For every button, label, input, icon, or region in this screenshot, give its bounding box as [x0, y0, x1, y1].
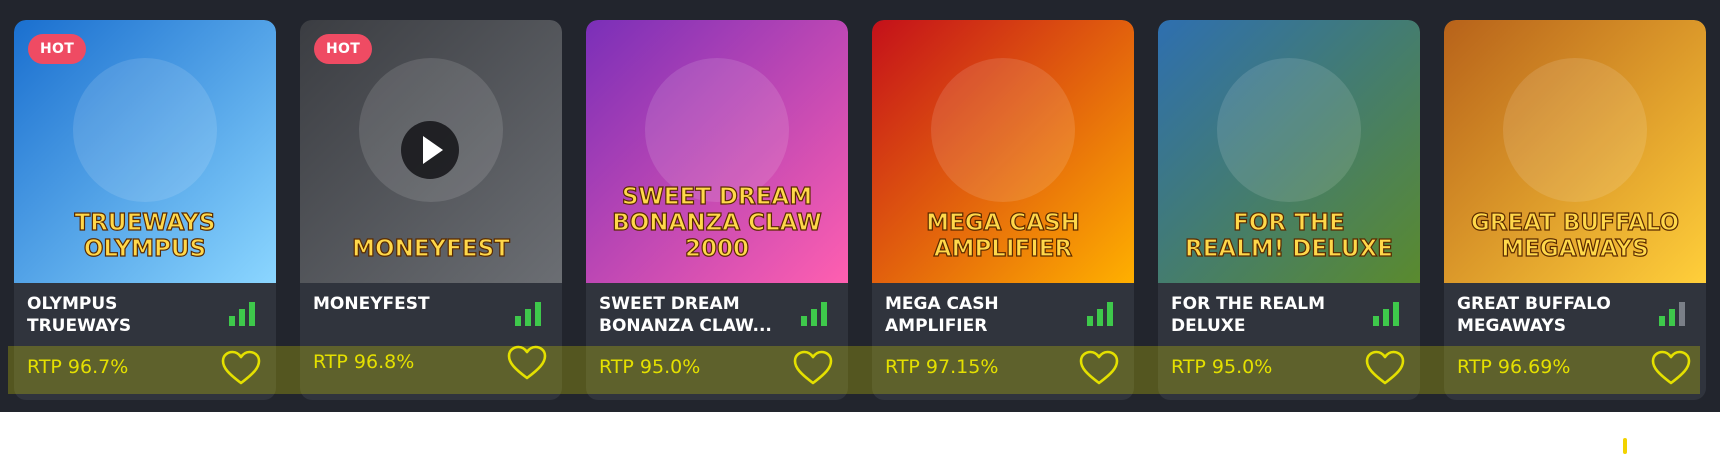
- artwork-logo-text: TRUEWAYS: [75, 210, 216, 236]
- game-title[interactable]: MONEYFEST: [313, 293, 498, 337]
- signal-bars-icon: [1659, 300, 1691, 326]
- rtp-value: RTP 97.15%: [885, 356, 999, 378]
- game-card[interactable]: MEGA CASH AMPLIFIER MEGA CASH AMPLIFIER R…: [872, 20, 1134, 400]
- game-artwork: SWEET DREAMBONANZA CLAW2000: [586, 20, 848, 283]
- rtp-value: RTP 95.0%: [599, 356, 701, 378]
- game-title[interactable]: OLYMPUS TRUEWAYS: [27, 293, 212, 337]
- game-title[interactable]: GREAT BUFFALO MEGAWAYS: [1457, 293, 1642, 337]
- game-title[interactable]: FOR THE REALM DELUXE: [1171, 293, 1356, 337]
- artwork-logo-text: GREAT BUFFALO: [1471, 210, 1679, 236]
- rtp-value: RTP 96.8%: [313, 351, 415, 373]
- rtp-value: RTP 96.7%: [27, 356, 129, 378]
- heart-icon[interactable]: [507, 345, 547, 381]
- signal-bars-icon: [515, 300, 547, 326]
- game-list: TRUEWAYS OLYMPUS HOT OLYMPUS TRUEWAYS RTP…: [14, 20, 1706, 400]
- heart-icon[interactable]: [1079, 350, 1119, 386]
- signal-bars-icon: [1087, 300, 1119, 326]
- game-card[interactable]: SWEET DREAM BONANZA CLAW 2000 SWEET DREAM …: [586, 20, 848, 400]
- artwork-logo-text: FOR THE: [1233, 210, 1345, 236]
- artwork-logo-text: MEGAWAYS: [1501, 236, 1648, 262]
- play-icon[interactable]: [401, 121, 459, 179]
- game-card[interactable]: FOR THE REALM! DELUXE FOR THE REALM DELUX…: [1158, 20, 1420, 400]
- artwork-logo-text: SWEET DREAM: [622, 184, 812, 210]
- artwork-logo-text: BONANZA CLAW: [612, 210, 822, 236]
- heart-icon[interactable]: [1651, 350, 1691, 386]
- scroll-indicator: [1623, 438, 1627, 454]
- artwork-logo-text: OLYMPUS: [84, 236, 206, 262]
- game-title[interactable]: MEGA CASH AMPLIFIER: [885, 293, 1070, 337]
- heart-icon[interactable]: [1365, 350, 1405, 386]
- game-thumbnail[interactable]: FOR THE REALM! DELUXE: [1158, 20, 1420, 283]
- game-artwork: FOR THEREALM! DELUXE: [1158, 20, 1420, 283]
- signal-bars-icon: [229, 300, 261, 326]
- game-thumbnail[interactable]: MEGA CASH AMPLIFIER: [872, 20, 1134, 283]
- games-strip: TRUEWAYS OLYMPUS HOT OLYMPUS TRUEWAYS RTP…: [0, 0, 1720, 412]
- game-thumbnail[interactable]: GREAT BUFFALO MEGAWAYS: [1444, 20, 1706, 283]
- rtp-value: RTP 96.69%: [1457, 356, 1571, 378]
- game-card[interactable]: TRUEWAYS OLYMPUS HOT OLYMPUS TRUEWAYS RTP…: [14, 20, 276, 400]
- signal-bars-icon: [801, 300, 833, 326]
- game-card[interactable]: GREAT BUFFALO MEGAWAYS GREAT BUFFALO MEGA…: [1444, 20, 1706, 400]
- game-thumbnail[interactable]: SWEET DREAM BONANZA CLAW 2000: [586, 20, 848, 283]
- rtp-value: RTP 95.0%: [1171, 356, 1273, 378]
- hot-badge: HOT: [28, 34, 87, 64]
- artwork-logo-text: REALM! DELUXE: [1185, 236, 1393, 262]
- game-artwork: MEGA CASHAMPLIFIER: [872, 20, 1134, 283]
- hot-badge: HOT: [314, 34, 373, 64]
- artwork-logo-text: MONEYFEST: [352, 236, 510, 262]
- game-artwork: GREAT BUFFALOMEGAWAYS: [1444, 20, 1706, 283]
- artwork-logo-text: 2000: [685, 236, 749, 262]
- game-title[interactable]: SWEET DREAM BONANZA CLAW...: [599, 293, 784, 337]
- artwork-logo-text: MEGA CASH: [926, 210, 1080, 236]
- heart-icon[interactable]: [793, 350, 833, 386]
- game-card[interactable]: MONEYFEST HOT MONEYFEST RTP 96.8%: [300, 20, 562, 400]
- heart-icon[interactable]: [221, 350, 261, 386]
- artwork-logo-text: AMPLIFIER: [934, 236, 1073, 262]
- signal-bars-icon: [1373, 300, 1405, 326]
